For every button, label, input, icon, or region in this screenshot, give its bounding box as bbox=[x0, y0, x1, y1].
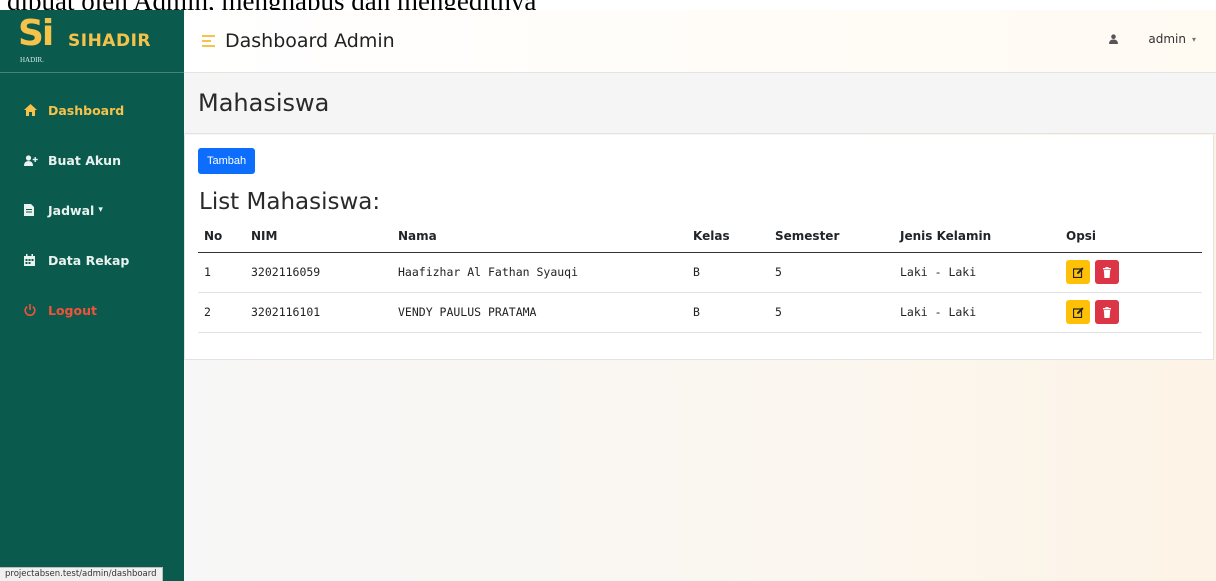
page-header: Mahasiswa bbox=[184, 73, 1216, 134]
sidebar-item-jadwal[interactable]: Jadwal ▾ bbox=[0, 185, 184, 235]
column-header: NIM bbox=[245, 221, 392, 253]
user-plus-icon bbox=[24, 154, 42, 166]
sidebar-nav: Dashboard Buat Akun Jadwal ▾ Data Rekap bbox=[0, 73, 184, 335]
brand-name: SIHADIR bbox=[68, 31, 151, 51]
page-title: Mahasiswa bbox=[198, 89, 330, 117]
home-icon bbox=[24, 104, 42, 116]
sidebar-item-logout[interactable]: Logout bbox=[0, 285, 184, 335]
sidebar-item-data-rekap[interactable]: Data Rekap bbox=[0, 235, 184, 285]
cell-kelas: B bbox=[687, 252, 769, 293]
trash-icon bbox=[1103, 266, 1111, 278]
column-header: No bbox=[198, 221, 245, 253]
cell-semester: 5 bbox=[769, 252, 894, 293]
cell-kelas: B bbox=[687, 292, 769, 333]
cell-no: 1 bbox=[198, 252, 245, 293]
chevron-down-icon: ▾ bbox=[1191, 34, 1196, 44]
cell-semester: 5 bbox=[769, 292, 894, 333]
sidebar-item-dashboard[interactable]: Dashboard bbox=[0, 85, 184, 135]
cell-nim: 3202116101 bbox=[245, 292, 392, 333]
column-header: Jenis Kelamin bbox=[894, 221, 1060, 253]
main-content: Dashboard Admin admin ▾ Mahasiswa Tambah… bbox=[184, 10, 1216, 581]
table-header-row: No NIM Nama Kelas Semester Jenis Kelamin… bbox=[198, 221, 1202, 253]
cell-jenis-kelamin: Laki - Laki bbox=[894, 252, 1060, 293]
cell-nama: VENDY PAULUS PRATAMA bbox=[392, 292, 687, 333]
brand[interactable]: Si HADIR. SIHADIR bbox=[0, 10, 184, 73]
sidebar-item-label: Jadwal bbox=[48, 202, 95, 218]
cell-jenis-kelamin: Laki - Laki bbox=[894, 292, 1060, 333]
table-row: 2 3202116101 VENDY PAULUS PRATAMA B 5 La… bbox=[198, 292, 1202, 333]
edit-icon bbox=[1072, 306, 1084, 318]
file-icon bbox=[24, 204, 42, 216]
cell-nim: 3202116059 bbox=[245, 252, 392, 293]
edit-button[interactable] bbox=[1066, 300, 1090, 324]
power-icon bbox=[24, 304, 42, 316]
cell-no: 2 bbox=[198, 292, 245, 333]
app-logo: Si HADIR. bbox=[18, 13, 54, 65]
sidebar-item-label: Dashboard bbox=[48, 102, 125, 118]
cell-nama: Haafizhar Al Fathan Syauqi bbox=[392, 252, 687, 293]
column-header: Nama bbox=[392, 221, 687, 253]
chevron-down-icon: ▾ bbox=[98, 205, 103, 215]
calendar-icon bbox=[24, 254, 42, 266]
sidebar: Si HADIR. SIHADIR Dashboard Buat Akun Ja… bbox=[0, 10, 184, 581]
cell-opsi bbox=[1060, 252, 1202, 293]
mahasiswa-table: No NIM Nama Kelas Semester Jenis Kelamin… bbox=[198, 221, 1202, 333]
delete-button[interactable] bbox=[1095, 260, 1119, 284]
edit-icon bbox=[1072, 266, 1084, 278]
topbar-title: Dashboard Admin bbox=[225, 30, 395, 52]
sidebar-item-label: Buat Akun bbox=[48, 152, 121, 168]
column-header: Kelas bbox=[687, 221, 769, 253]
content-panel: Tambah List Mahasiswa: No NIM Nama Kelas… bbox=[184, 135, 1214, 360]
sidebar-item-buat-akun[interactable]: Buat Akun bbox=[0, 135, 184, 185]
topbar: Dashboard Admin admin ▾ bbox=[184, 10, 1216, 73]
user-name: admin bbox=[1148, 32, 1186, 46]
cell-opsi bbox=[1060, 292, 1202, 333]
column-header: Semester bbox=[769, 221, 894, 253]
tambah-button[interactable]: Tambah bbox=[198, 148, 256, 174]
list-title: List Mahasiswa: bbox=[199, 189, 381, 215]
user-icon bbox=[1109, 34, 1119, 44]
sidebar-item-label: Logout bbox=[48, 302, 97, 318]
edit-button[interactable] bbox=[1066, 260, 1090, 284]
delete-button[interactable] bbox=[1095, 300, 1119, 324]
user-menu[interactable]: admin ▾ bbox=[1109, 32, 1196, 46]
browser-status-bar: projectabsen.test/admin/dashboard bbox=[0, 567, 163, 581]
menu-icon[interactable] bbox=[202, 35, 215, 47]
sidebar-item-label: Data Rekap bbox=[48, 252, 130, 268]
trash-icon bbox=[1103, 306, 1111, 318]
column-header: Opsi bbox=[1060, 221, 1202, 253]
table-row: 1 3202116059 Haafizhar Al Fathan Syauqi … bbox=[198, 252, 1202, 293]
